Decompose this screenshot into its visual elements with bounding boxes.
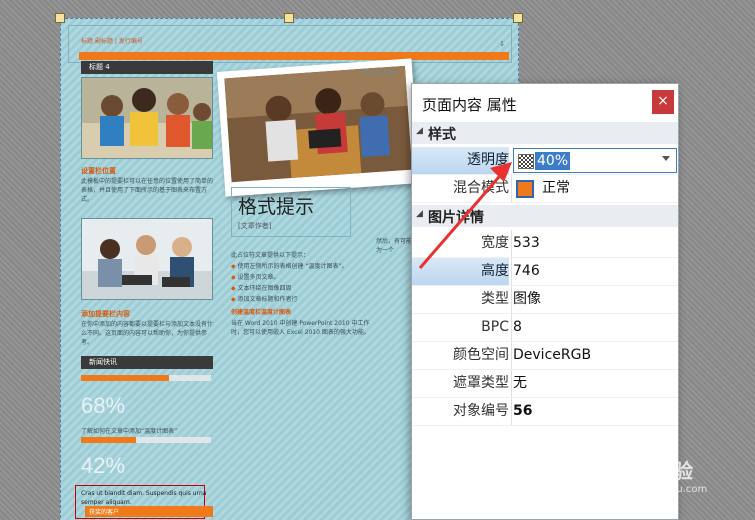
row-value[interactable]: 746 bbox=[513, 258, 540, 285]
resize-handle-top-left[interactable] bbox=[55, 13, 65, 23]
heading-author: [文章作者] bbox=[238, 222, 272, 230]
row-object-number[interactable]: 对象编号 56 bbox=[412, 398, 678, 426]
category-style-label: 样式 bbox=[428, 127, 456, 143]
big-percent-1: 68% bbox=[81, 393, 126, 418]
row-bpc[interactable]: BPC 8 bbox=[412, 314, 678, 342]
banner-icon: ⇩ bbox=[499, 40, 505, 48]
side-note: 用于文字说明 bbox=[361, 70, 398, 77]
row-key: 宽度 bbox=[481, 235, 509, 251]
resize-handle-top-middle[interactable] bbox=[284, 13, 294, 23]
body-heading-2: 创建温度栏温度计图表 bbox=[231, 309, 292, 316]
award-tag: 获奖的客户 bbox=[85, 506, 213, 517]
row-separator bbox=[511, 314, 512, 341]
row-separator bbox=[511, 258, 512, 285]
opacity-value[interactable]: 40% bbox=[535, 152, 571, 170]
row-separator bbox=[511, 286, 512, 313]
row-key: 颜色空间 bbox=[453, 347, 509, 363]
collapse-triangle-icon[interactable]: ◢ bbox=[416, 126, 423, 136]
row-separator bbox=[511, 370, 512, 397]
progress-caption: 了解如何在文章中添加“温度计图表” bbox=[81, 428, 178, 435]
body-column[interactable]: 此占位符文章提供以下提示： ◆ 使用左侧所示的表格创建 “温度计图表”。 ◆ 设… bbox=[231, 251, 371, 520]
news-bar: 新闻快讯 bbox=[81, 356, 213, 369]
big-percent-2: 42% bbox=[81, 453, 126, 478]
panel-title: 页面内容 属性 bbox=[422, 96, 517, 114]
row-separator bbox=[511, 398, 512, 425]
progress-bar-1 bbox=[81, 375, 211, 381]
row-key: BPC bbox=[481, 319, 509, 335]
row-color-space[interactable]: 颜色空间 DeviceRGB bbox=[412, 342, 678, 370]
bullet-3: ◆ 文本环绕在图像四周 bbox=[231, 284, 371, 293]
row-opacity[interactable]: 透明度 40% bbox=[412, 147, 678, 175]
top-banner[interactable]: 标题 副标题 | 发行编号 ⇩ bbox=[68, 25, 512, 63]
bullet-2: ◆ 设置多页文章。 bbox=[231, 273, 371, 282]
row-separator bbox=[511, 342, 512, 369]
bullet-1: ◆ 使用左侧所示的表格创建 “温度计图表”。 bbox=[231, 262, 371, 271]
progress-bar-2 bbox=[81, 437, 211, 443]
collapse-triangle-icon[interactable]: ◢ bbox=[416, 209, 423, 219]
sidebar-text-1: 此模板中的提要栏可以在任意的位置使用了简单的表格，并且使用了下面所示的基于图表来… bbox=[81, 178, 214, 203]
row-value[interactable]: 533 bbox=[513, 230, 540, 257]
heading-box[interactable]: 格式提示 [文章作者] bbox=[231, 187, 351, 237]
bullet-text: 添加文章标题和作者行 bbox=[237, 296, 298, 303]
category-picture[interactable]: ◢ 图片详情 bbox=[412, 205, 678, 227]
row-value[interactable]: 56 bbox=[513, 398, 532, 425]
sidebar-heading-2: 添加提要栏内容 bbox=[81, 310, 130, 318]
chevron-down-icon[interactable] bbox=[662, 156, 670, 161]
blend-color-swatch-icon bbox=[516, 180, 534, 198]
watermark-url: jingyan.baidu.com bbox=[615, 484, 708, 495]
row-value[interactable]: 无 bbox=[513, 370, 527, 397]
row-value[interactable]: 图像 bbox=[513, 286, 541, 313]
photo-friends[interactable] bbox=[81, 77, 213, 159]
row-key: 遮罩类型 bbox=[453, 375, 509, 391]
row-blend-mode[interactable]: 混合模式 正常 bbox=[412, 175, 678, 203]
category-style[interactable]: ◢ 样式 bbox=[412, 122, 678, 144]
bullet-text: 设置多页文章。 bbox=[237, 274, 280, 281]
row-type[interactable]: 类型 图像 bbox=[412, 286, 678, 314]
right-column-text: 然后，有可能为一个 bbox=[376, 238, 413, 254]
close-button[interactable]: × bbox=[652, 90, 674, 114]
row-key: 透明度 bbox=[412, 147, 509, 174]
row-key: 混合模式 bbox=[453, 180, 509, 196]
row-width[interactable]: 宽度 533 bbox=[412, 230, 678, 258]
row-height[interactable]: 高度 746 bbox=[412, 258, 678, 286]
sidebar-heading-1: 设置栏位置 bbox=[81, 167, 116, 175]
row-key: 类型 bbox=[481, 291, 509, 307]
row-value[interactable]: DeviceRGB bbox=[513, 342, 591, 369]
section-label: 标题 4 bbox=[81, 61, 213, 74]
sidebar-text-2: 在你中添加的内容都要以提要栏与添加文本没有什么不同。这页面的内容可以帮助你，为你… bbox=[81, 321, 214, 346]
bullet-4: ◆ 添加文章标题和作者行 bbox=[231, 295, 371, 304]
panel-header: 页面内容 属性 × bbox=[412, 84, 678, 122]
polaroid-photo[interactable] bbox=[216, 58, 421, 197]
bullet-text: 文本环绕在图像四周 bbox=[237, 285, 292, 292]
watermark-text: Bai du 经验 bbox=[575, 459, 694, 483]
category-picture-label: 图片详情 bbox=[428, 210, 484, 226]
banner-text: 标题 副标题 | 发行编号 bbox=[81, 38, 143, 45]
row-key: 对象编号 bbox=[453, 403, 509, 419]
transparency-checker-icon bbox=[518, 154, 534, 169]
row-value[interactable]: 8 bbox=[513, 314, 522, 341]
row-separator bbox=[511, 230, 512, 257]
banner-orange-bar bbox=[79, 52, 509, 60]
body-intro: 此占位符文章提供以下提示： bbox=[231, 252, 310, 259]
resize-handle-top-right[interactable] bbox=[513, 13, 523, 23]
row-value[interactable]: 正常 bbox=[542, 175, 570, 202]
row-separator bbox=[511, 175, 512, 202]
heading-title: 格式提示 bbox=[238, 196, 315, 218]
bullet-text: 使用左侧所示的表格创建 “温度计图表”。 bbox=[237, 263, 348, 270]
latin-text: Cras ut blandit diam. Suspendis quis urn… bbox=[81, 490, 207, 506]
photo-students[interactable] bbox=[81, 218, 213, 300]
row-mask-type[interactable]: 遮罩类型 无 bbox=[412, 370, 678, 398]
body-text-2: 当在 Word 2010 中创建 PowerPoint 2010 中工作时，您可… bbox=[231, 320, 370, 336]
row-key: 高度 bbox=[412, 258, 509, 285]
opacity-dropdown[interactable]: 40% bbox=[513, 148, 677, 173]
